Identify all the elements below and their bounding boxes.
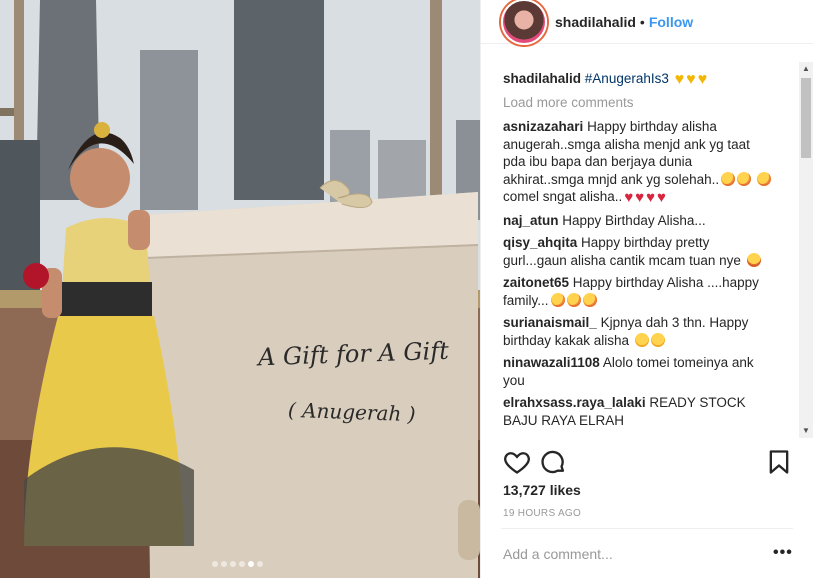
carousel-dot[interactable] xyxy=(239,561,245,567)
comment-icon[interactable] xyxy=(539,448,567,476)
yellow-heart-emoji-icon: ♥ ♥ ♥ xyxy=(674,71,708,88)
kiss-emoji-icon xyxy=(549,292,597,308)
avatar[interactable] xyxy=(501,0,547,45)
add-comment-input[interactable] xyxy=(503,546,753,562)
post-timestamp: 19 HOURS AGO xyxy=(503,508,582,519)
carousel-dot[interactable] xyxy=(257,561,263,567)
comment-text: Happy Birthday Alisha... xyxy=(562,212,706,228)
carousel-dot-active[interactable] xyxy=(248,561,254,567)
red-heart-emoji-icon: ♥ ♥ ♥ ♥ xyxy=(624,189,666,206)
carousel-dot[interactable] xyxy=(230,561,236,567)
comment-username[interactable]: zaitonet65 xyxy=(503,275,569,290)
comment-username[interactable]: ninawazali1108 xyxy=(503,355,600,370)
heart-eyes-emoji-icon xyxy=(746,252,761,267)
heart-icon[interactable] xyxy=(503,448,531,476)
post-sidebar: shadilahalid • Follow shadilahalid #Anug… xyxy=(480,0,813,578)
caption-hashtag[interactable]: #AnugerahIs3 xyxy=(585,71,669,86)
comment-item: qisy_ahqita Happy birthday pretty gurl..… xyxy=(503,234,771,269)
comment-item: ninawazali1108 Alolo tomei tomeinya ank … xyxy=(503,354,771,389)
comment-item: surianaismail_ Kjpnya dah 3 thn. Happy b… xyxy=(503,314,771,349)
comment-username[interactable]: surianaismail_ xyxy=(503,315,597,330)
caption-username[interactable]: shadilahalid xyxy=(503,71,581,86)
comment-text-continued: comel sngat alisha.. xyxy=(503,189,623,204)
comment-username[interactable]: asnizazahari xyxy=(503,119,583,134)
comments-scrollbar[interactable]: ▲ ▼ xyxy=(799,62,813,438)
comment-username[interactable]: naj_atun xyxy=(503,213,559,228)
comments-list: shadilahalid #AnugerahIs3 ♥ ♥ ♥ Load more … xyxy=(503,70,771,440)
post-photo[interactable]: A Gift for A Gift ( Anugerah ) xyxy=(0,0,480,578)
scroll-up-icon[interactable]: ▲ xyxy=(799,62,813,76)
smile-emoji-icon xyxy=(633,332,665,348)
carousel-dot[interactable] xyxy=(212,561,218,567)
kiss-emoji-icon xyxy=(719,171,771,187)
more-options-icon[interactable]: ••• xyxy=(773,544,793,562)
scroll-down-icon[interactable]: ▼ xyxy=(799,424,813,438)
comment-item: zaitonet65 Happy birthday Alisha ....hap… xyxy=(503,274,771,309)
carousel-dot[interactable] xyxy=(221,561,227,567)
comment-username[interactable]: elrahxsass.raya_lalaki xyxy=(503,395,646,410)
comment-username[interactable]: qisy_ahqita xyxy=(503,235,577,250)
box-subtitle-text: ( Anugerah ) xyxy=(287,397,416,427)
photo-scene xyxy=(0,0,480,578)
bookmark-icon[interactable] xyxy=(765,448,793,476)
comment-item: elrahxsass.raya_lalaki READY STOCK BAJU … xyxy=(503,394,771,429)
divider xyxy=(501,528,793,529)
comment-item: naj_atun Happy Birthday Alisha... xyxy=(503,212,771,230)
post-header: shadilahalid • Follow xyxy=(481,0,813,45)
caption: shadilahalid #AnugerahIs3 ♥ ♥ ♥ xyxy=(503,70,771,89)
header-username[interactable]: shadilahalid xyxy=(555,14,636,30)
header-separator: • xyxy=(639,13,645,30)
load-more-comments-link[interactable]: Load more comments xyxy=(503,94,771,112)
likes-count[interactable]: 13,727 likes xyxy=(503,482,581,498)
comment-item: asnizazahari Happy birthday alisha anuge… xyxy=(503,118,771,207)
follow-button[interactable]: Follow xyxy=(649,14,693,30)
scrollbar-thumb[interactable] xyxy=(801,78,811,158)
carousel-indicator xyxy=(212,561,263,567)
action-bar xyxy=(503,448,793,476)
